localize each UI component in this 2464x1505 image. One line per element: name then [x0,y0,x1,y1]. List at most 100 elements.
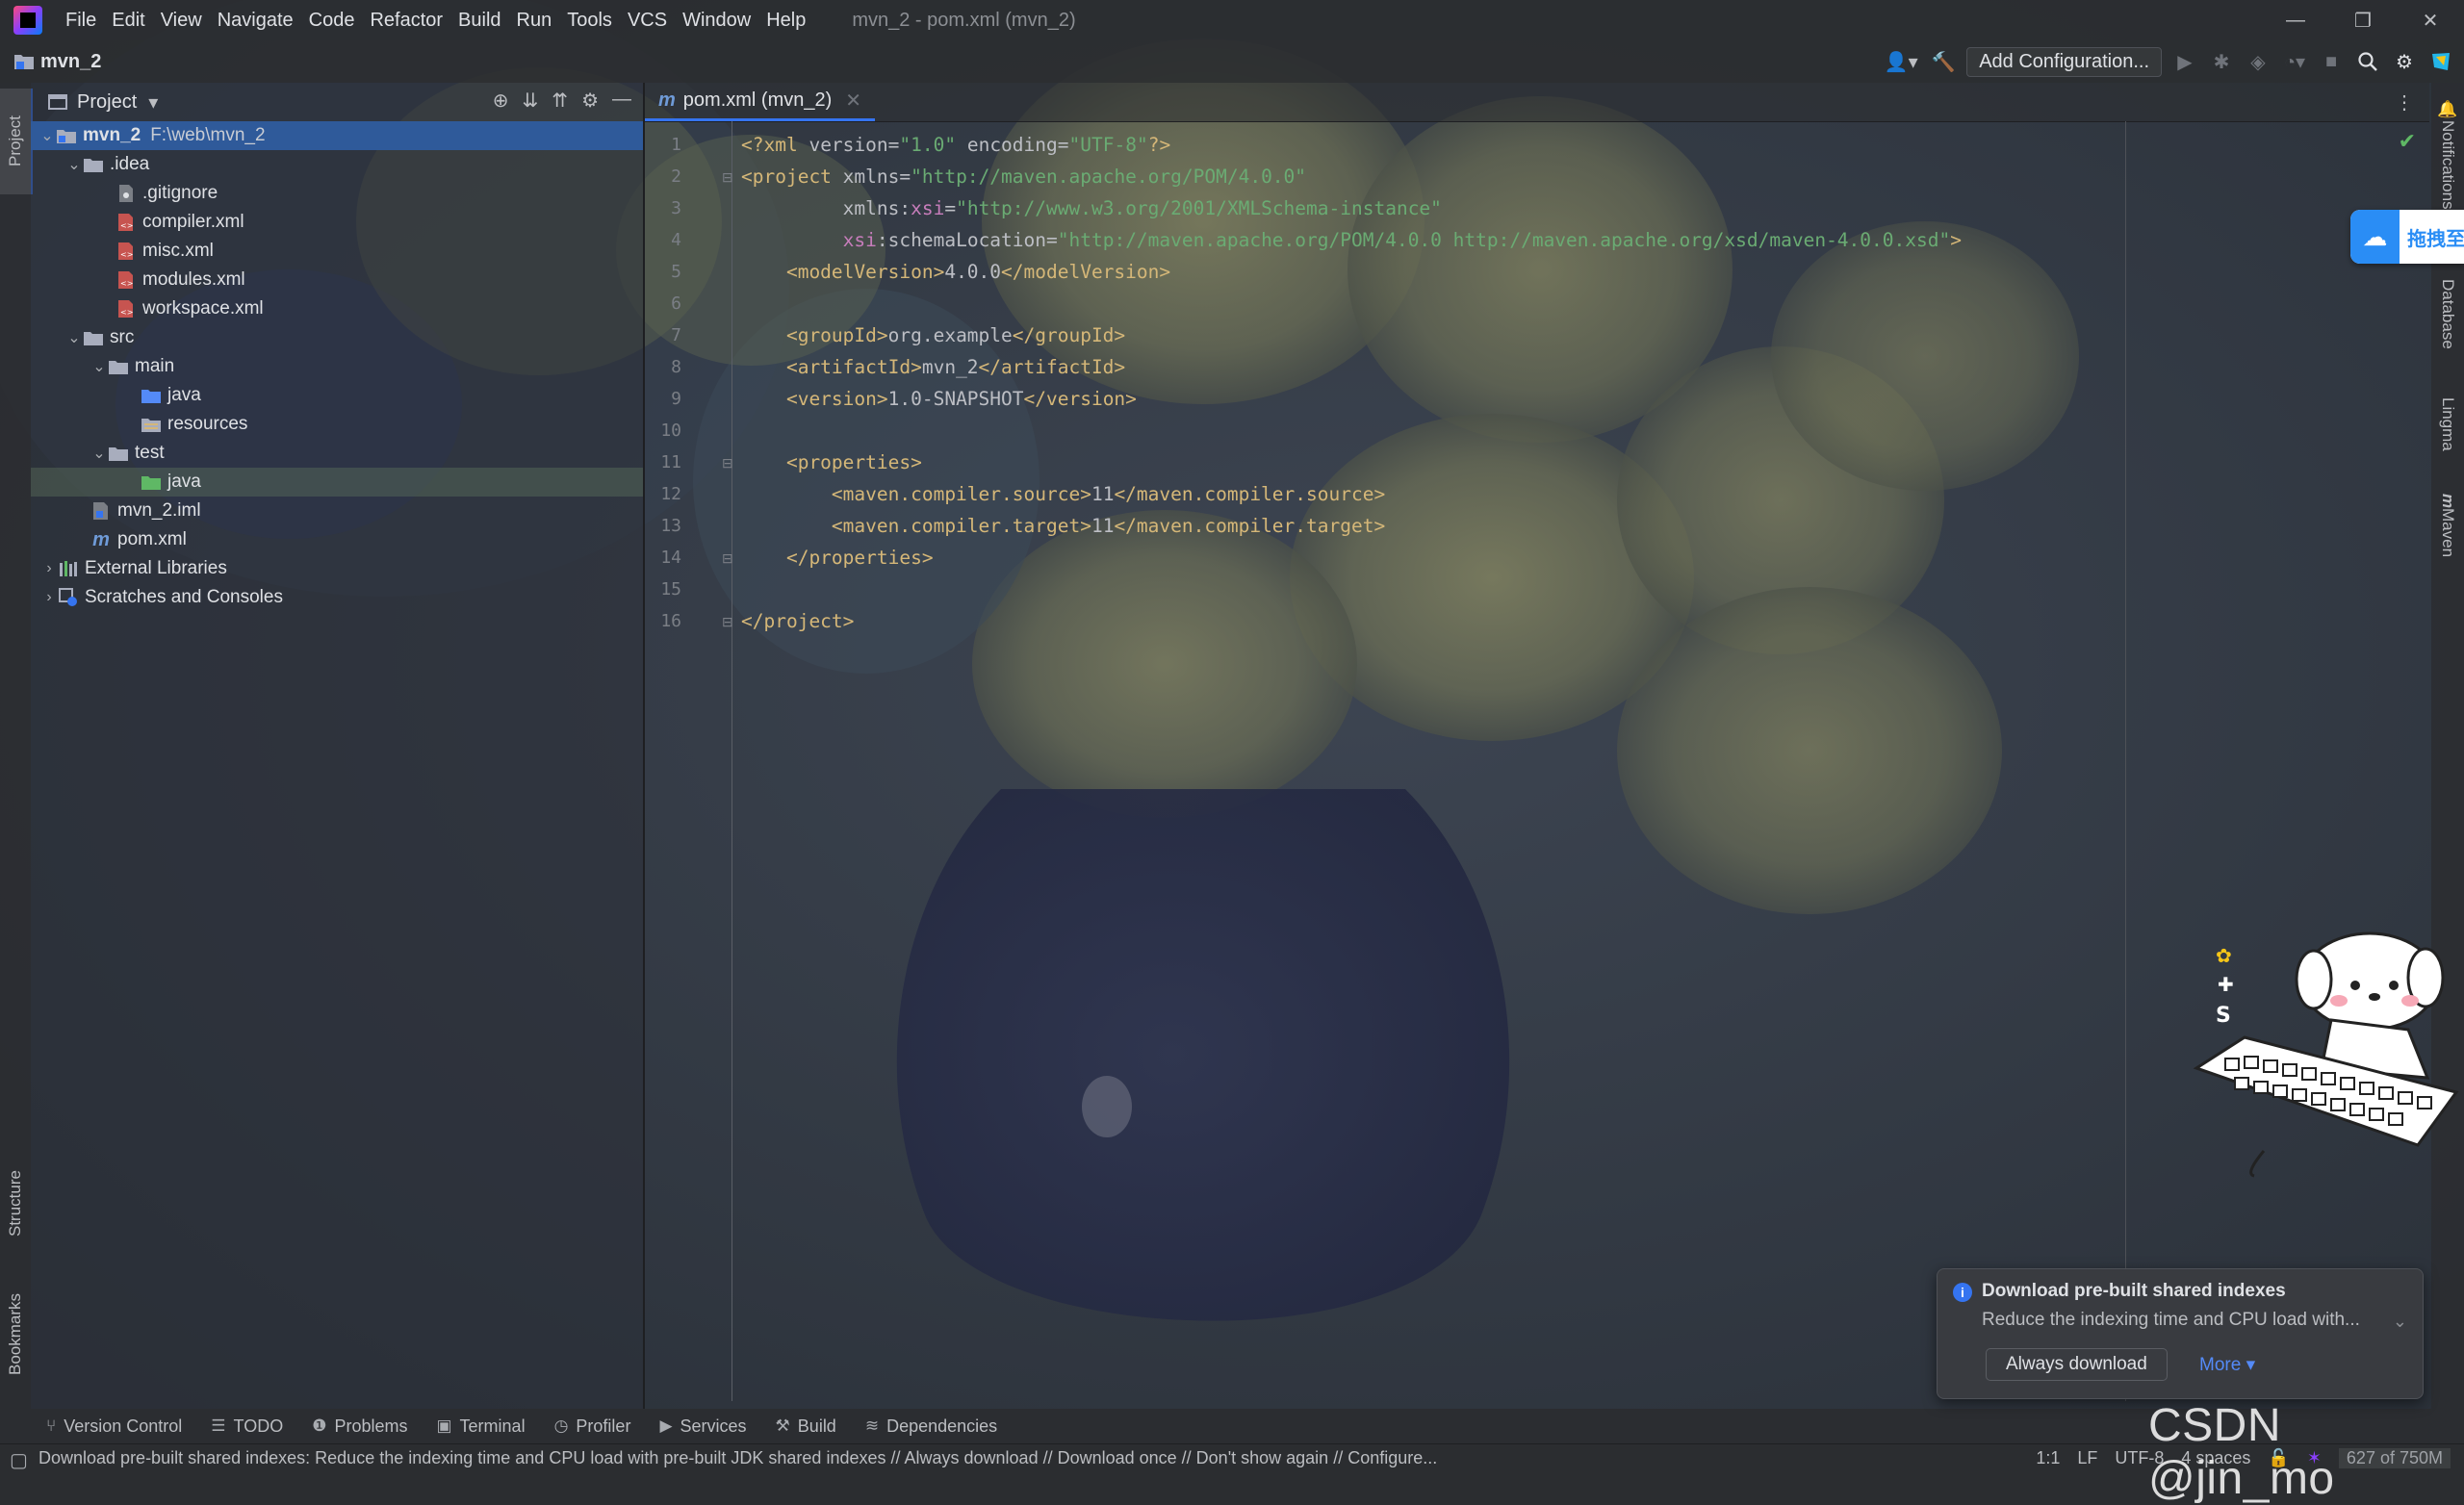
chevron-right-icon[interactable]: › [40,589,58,606]
tree-item-test[interactable]: ⌄ test [31,439,643,468]
tab-notifications-tool[interactable]: 🔔 Notifications [2431,92,2464,217]
folder-icon [83,328,104,347]
line-separator[interactable]: LF [2077,1448,2097,1468]
tree-item-external-libraries[interactable]: › External Libraries [31,554,643,583]
tree-item-compiler-xml[interactable]: <> compiler.xml [31,208,643,237]
collapse-all-icon[interactable]: ⇈ [552,89,568,113]
menu-code[interactable]: Code [301,0,363,40]
code-line-4: xsi:schemaLocation="http://maven.apache.… [842,229,1962,251]
toggle-tool-windows-icon[interactable]: ▢ [10,1448,28,1472]
test-source-folder-icon [141,472,162,492]
breadcrumb-project[interactable]: mvn_2 [40,51,101,73]
tree-item-test-java[interactable]: java [31,468,643,497]
run-icon[interactable]: ▶ [2171,48,2198,75]
menu-tools[interactable]: Tools [559,0,620,40]
tool-problems[interactable]: ❶ Problems [312,1416,407,1437]
tree-item-misc-xml[interactable]: <> misc.xml [31,237,643,266]
inspection-ok-checkmark-icon[interactable]: ✔ [2399,129,2416,154]
menu-build[interactable]: Build [450,0,508,40]
more-dropdown-link[interactable]: More ▾ [2199,1354,2255,1376]
tree-item-pom[interactable]: m pom.xml [31,525,643,554]
notification-body: Reduce the indexing time and CPU load wi… [1982,1310,2360,1330]
tree-item-scratches[interactable]: › Scratches and Consoles [31,583,643,612]
close-icon[interactable]: ✕ [845,89,861,113]
tab-maven-tool[interactable]: m Maven [2431,477,2464,574]
drag-upload-widget[interactable]: ☁ 拖拽至 [2350,210,2464,264]
add-configuration-button[interactable]: Add Configuration... [1966,46,2162,77]
always-download-button[interactable]: Always download [1986,1348,2168,1381]
code-text[interactable]: <?xml version="1.0" encoding="UTF-8"?> <… [645,121,2429,1401]
menu-vcs[interactable]: VCS [620,0,675,40]
chevron-down-icon[interactable]: ⌄ [65,328,83,347]
menu-window[interactable]: Window [675,0,758,40]
menu-navigate[interactable]: Navigate [210,0,301,40]
menu-view[interactable]: View [153,0,210,40]
chevron-down-icon[interactable]: ⌄ [38,126,56,145]
chevron-down-icon[interactable]: ⌄ [90,444,108,463]
tool-profiler[interactable]: ◷ Profiler [554,1416,631,1437]
menu-refactor[interactable]: Refactor [362,0,450,40]
intellij-logo-icon[interactable] [13,6,42,35]
project-panel-title[interactable]: Project [77,91,137,114]
tree-item-main[interactable]: ⌄ main [31,352,643,381]
tree-item-modules-xml[interactable]: <> modules.xml [31,266,643,294]
tab-project-tool[interactable]: Project [0,89,33,194]
tree-item-main-java[interactable]: java [31,381,643,410]
main-toolbar: 👤▾ 🔨 Add Configuration... ▶ ✱ ◈ ◔▾ ■ ⚙ [1882,40,2464,83]
tab-structure-tool[interactable]: Structure [0,1151,31,1257]
editor-area: m pom.xml (mvn_2) ✕ ⋮ 1 2 3 4 5 6 7 8 9 … [645,83,2429,1409]
branch-icon: ⑂ [46,1416,57,1435]
search-icon[interactable] [2354,48,2381,75]
tree-item-idea[interactable]: ⌄ .idea [31,150,643,179]
minimize-button[interactable]: — [2262,0,2329,40]
profile-icon[interactable]: ◔▾ [2281,48,2308,75]
tab-database-tool[interactable]: Database [2431,256,2464,371]
tool-terminal[interactable]: ▣ Terminal [436,1416,525,1437]
menu-edit[interactable]: Edit [104,0,152,40]
maven-file-icon: m [658,89,676,111]
tree-item-mvn2[interactable]: ⌄ mvn_2 F:\web\mvn_2 [31,121,643,150]
tab-pom-xml[interactable]: m pom.xml (mvn_2) ✕ [645,83,876,121]
tool-services[interactable]: ▶ Services [659,1416,746,1437]
menu-run[interactable]: Run [509,0,560,40]
tree-item-src[interactable]: ⌄ src [31,323,643,352]
more-vertical-icon[interactable]: ⋮ [2395,90,2414,115]
chevron-down-icon[interactable]: ⌄ [90,357,108,376]
menu-file[interactable]: File [58,0,104,40]
chevron-down-icon[interactable]: ⌄ [65,155,83,174]
tool-build[interactable]: ⚒ Build [776,1416,836,1437]
tab-bookmarks-tool[interactable]: Bookmarks [0,1276,31,1391]
chevron-right-icon[interactable]: › [40,560,58,577]
ignore-file-icon [116,184,137,203]
menu-help[interactable]: Help [758,0,813,40]
stop-icon[interactable]: ■ [2318,48,2345,75]
gear-icon[interactable]: ⚙ [581,89,599,113]
restore-button[interactable]: ❐ [2329,0,2397,40]
status-message[interactable]: Download pre-built shared indexes: Reduc… [38,1448,1437,1468]
tool-dependencies[interactable]: ≋ Dependencies [865,1416,997,1437]
tree-item-iml[interactable]: mvn_2.iml [31,497,643,525]
plugin-logo-icon[interactable] [2427,48,2454,75]
chevron-down-icon[interactable]: ⌄ [2393,1312,2407,1332]
code-line-7: <groupId>org.example</groupId> [741,324,1126,346]
tree-item-workspace-xml[interactable]: <> workspace.xml [31,294,643,323]
left-tool-stripe: Project Structure Bookmarks [0,83,33,1409]
locate-icon[interactable]: ⊕ [493,89,509,113]
chevron-down-icon[interactable]: ▾ [148,90,158,115]
tree-item-resources[interactable]: resources [31,410,643,439]
hide-icon[interactable]: — [612,89,631,113]
tool-version-control[interactable]: ⑂ Version Control [46,1416,182,1437]
close-window-button[interactable]: ✕ [2397,0,2464,40]
build-hammer-icon[interactable]: 🔨 [1930,48,1957,75]
tree-item-gitignore[interactable]: .gitignore [31,179,643,208]
user-icon[interactable]: 👤▾ [1882,48,1920,75]
tool-todo[interactable]: ☰ TODO [211,1416,283,1437]
coverage-icon[interactable]: ◈ [2245,48,2272,75]
expand-all-icon[interactable]: ⇊ [523,89,539,113]
caret-position[interactable]: 1:1 [2036,1448,2060,1468]
settings-gear-icon[interactable]: ⚙ [2391,48,2418,75]
breadcrumb[interactable]: mvn_2 [13,51,101,73]
debug-icon[interactable]: ✱ [2208,48,2235,75]
right-margin-guide [2125,121,2126,1401]
tab-lingma-tool[interactable]: Lingma [2431,371,2464,477]
